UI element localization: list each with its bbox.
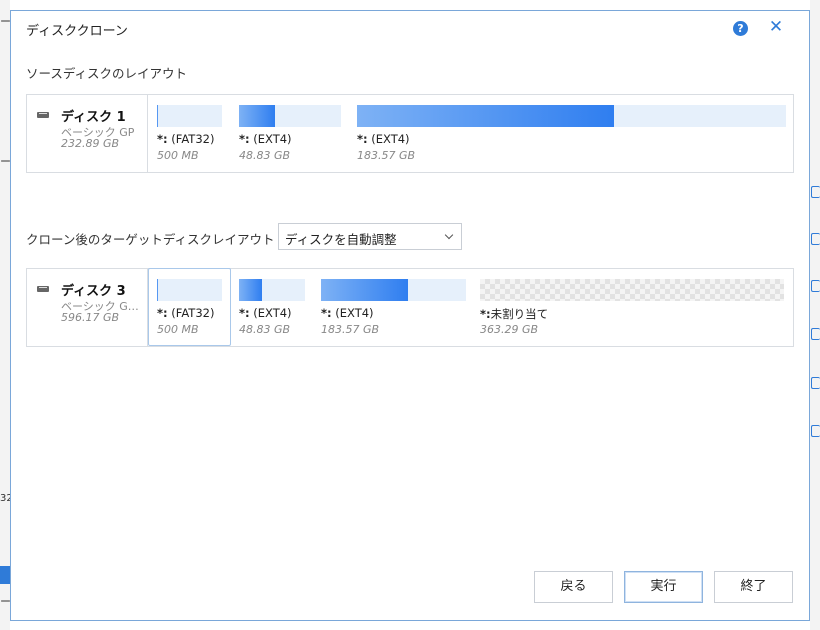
- background-app-right: [810, 0, 820, 630]
- partition-usage-bar: [157, 279, 222, 301]
- partition-label: *:未割り当て: [480, 307, 549, 321]
- disk-size: 232.89 GB: [61, 137, 120, 150]
- partition-usage-bar: [321, 279, 466, 301]
- disk-name: ディスク 1: [61, 110, 126, 125]
- layout-mode-value: ディスクを自動調整: [285, 232, 397, 247]
- source-partition-ext4-1[interactable]: *: (EXT4) 48.83 GB: [237, 95, 347, 172]
- disk-size: 596.17 GB: [61, 311, 120, 324]
- close-icon[interactable]: ✕: [767, 17, 785, 37]
- background-toolbar-icon: [811, 425, 820, 437]
- layout-mode-select[interactable]: ディスクを自動調整: [278, 223, 462, 250]
- partition-label: *: (EXT4): [321, 306, 374, 320]
- source-disk-panel: ディスク 1 ベーシック GP 232.89 GB *: (FAT32) 500…: [26, 94, 794, 173]
- background-app-left: [0, 0, 10, 630]
- partition-label: *: (EXT4): [239, 306, 292, 320]
- background-toolbar-icon: [811, 186, 820, 198]
- partition-usage-bar: [357, 105, 786, 127]
- source-disk-info[interactable]: ディスク 1 ベーシック GP 232.89 GB: [27, 95, 148, 172]
- target-partition-unallocated[interactable]: *:未割り当て 363.29 GB: [480, 269, 789, 346]
- partition-size: 183.57 GB: [357, 149, 416, 162]
- unallocated-space-bar: [480, 279, 784, 301]
- hard-drive-icon: [37, 112, 49, 118]
- partition-label: *: (EXT4): [239, 132, 292, 146]
- partition-usage-fill: [157, 105, 159, 127]
- partition-usage-fill: [357, 105, 615, 127]
- back-button[interactable]: 戻る: [534, 571, 613, 603]
- partition-size: 183.57 GB: [321, 323, 380, 336]
- partition-usage-bar: [157, 105, 222, 127]
- disk-clone-dialog: ディスククローン ? ✕ ソースディスクのレイアウト ディスク 1 ベーシック …: [10, 10, 810, 621]
- partition-size: 500 MB: [157, 149, 199, 162]
- target-disk-info[interactable]: ディスク 3 ベーシック G… 596.17 GB: [27, 269, 148, 346]
- partition-label: *: (FAT32): [157, 132, 215, 146]
- background-toolbar-icon: [811, 233, 820, 245]
- background-selected-item: [0, 566, 10, 584]
- partition-usage-fill: [321, 279, 408, 301]
- target-disk-panel: ディスク 3 ベーシック G… 596.17 GB *: (FAT32) 500…: [26, 268, 794, 347]
- chevron-down-icon: [444, 230, 454, 240]
- source-partition-ext4-2[interactable]: *: (EXT4) 183.57 GB: [355, 95, 789, 172]
- partition-size: 48.83 GB: [239, 323, 291, 336]
- partition-usage-bar: [239, 279, 305, 301]
- execute-button[interactable]: 実行: [624, 571, 703, 603]
- partition-size: 363.29 GB: [480, 323, 539, 336]
- disk-name: ディスク 3: [61, 284, 126, 299]
- partition-size: 500 MB: [157, 323, 199, 336]
- partition-usage-bar: [239, 105, 341, 127]
- partition-usage-fill: [239, 279, 263, 301]
- target-partition-ext4-1[interactable]: *: (EXT4) 48.83 GB: [237, 269, 311, 346]
- background-toolbar-icon: [811, 377, 820, 389]
- target-partition-fat32[interactable]: *: (FAT32) 500 MB: [148, 268, 231, 346]
- source-partition-fat32[interactable]: *: (FAT32) 500 MB: [155, 95, 227, 172]
- background-toolbar-icon: [811, 328, 820, 340]
- background-toolbar-icon: [811, 280, 820, 292]
- partition-usage-fill: [239, 105, 275, 127]
- help-icon[interactable]: ?: [733, 21, 748, 36]
- dialog-title: ディスククローン: [26, 24, 128, 39]
- source-layout-label: ソースディスクのレイアウト: [26, 66, 188, 81]
- partition-label: *: (FAT32): [157, 306, 215, 320]
- target-layout-label: クローン後のターゲットディスクレイアウト: [26, 232, 275, 247]
- partition-size: 48.83 GB: [239, 149, 291, 162]
- hard-drive-icon: [37, 286, 49, 292]
- target-partition-ext4-2[interactable]: *: (EXT4) 183.57 GB: [319, 269, 471, 346]
- partition-usage-fill: [157, 279, 159, 301]
- partition-label: *: (EXT4): [357, 132, 410, 146]
- finish-button[interactable]: 終了: [714, 571, 793, 603]
